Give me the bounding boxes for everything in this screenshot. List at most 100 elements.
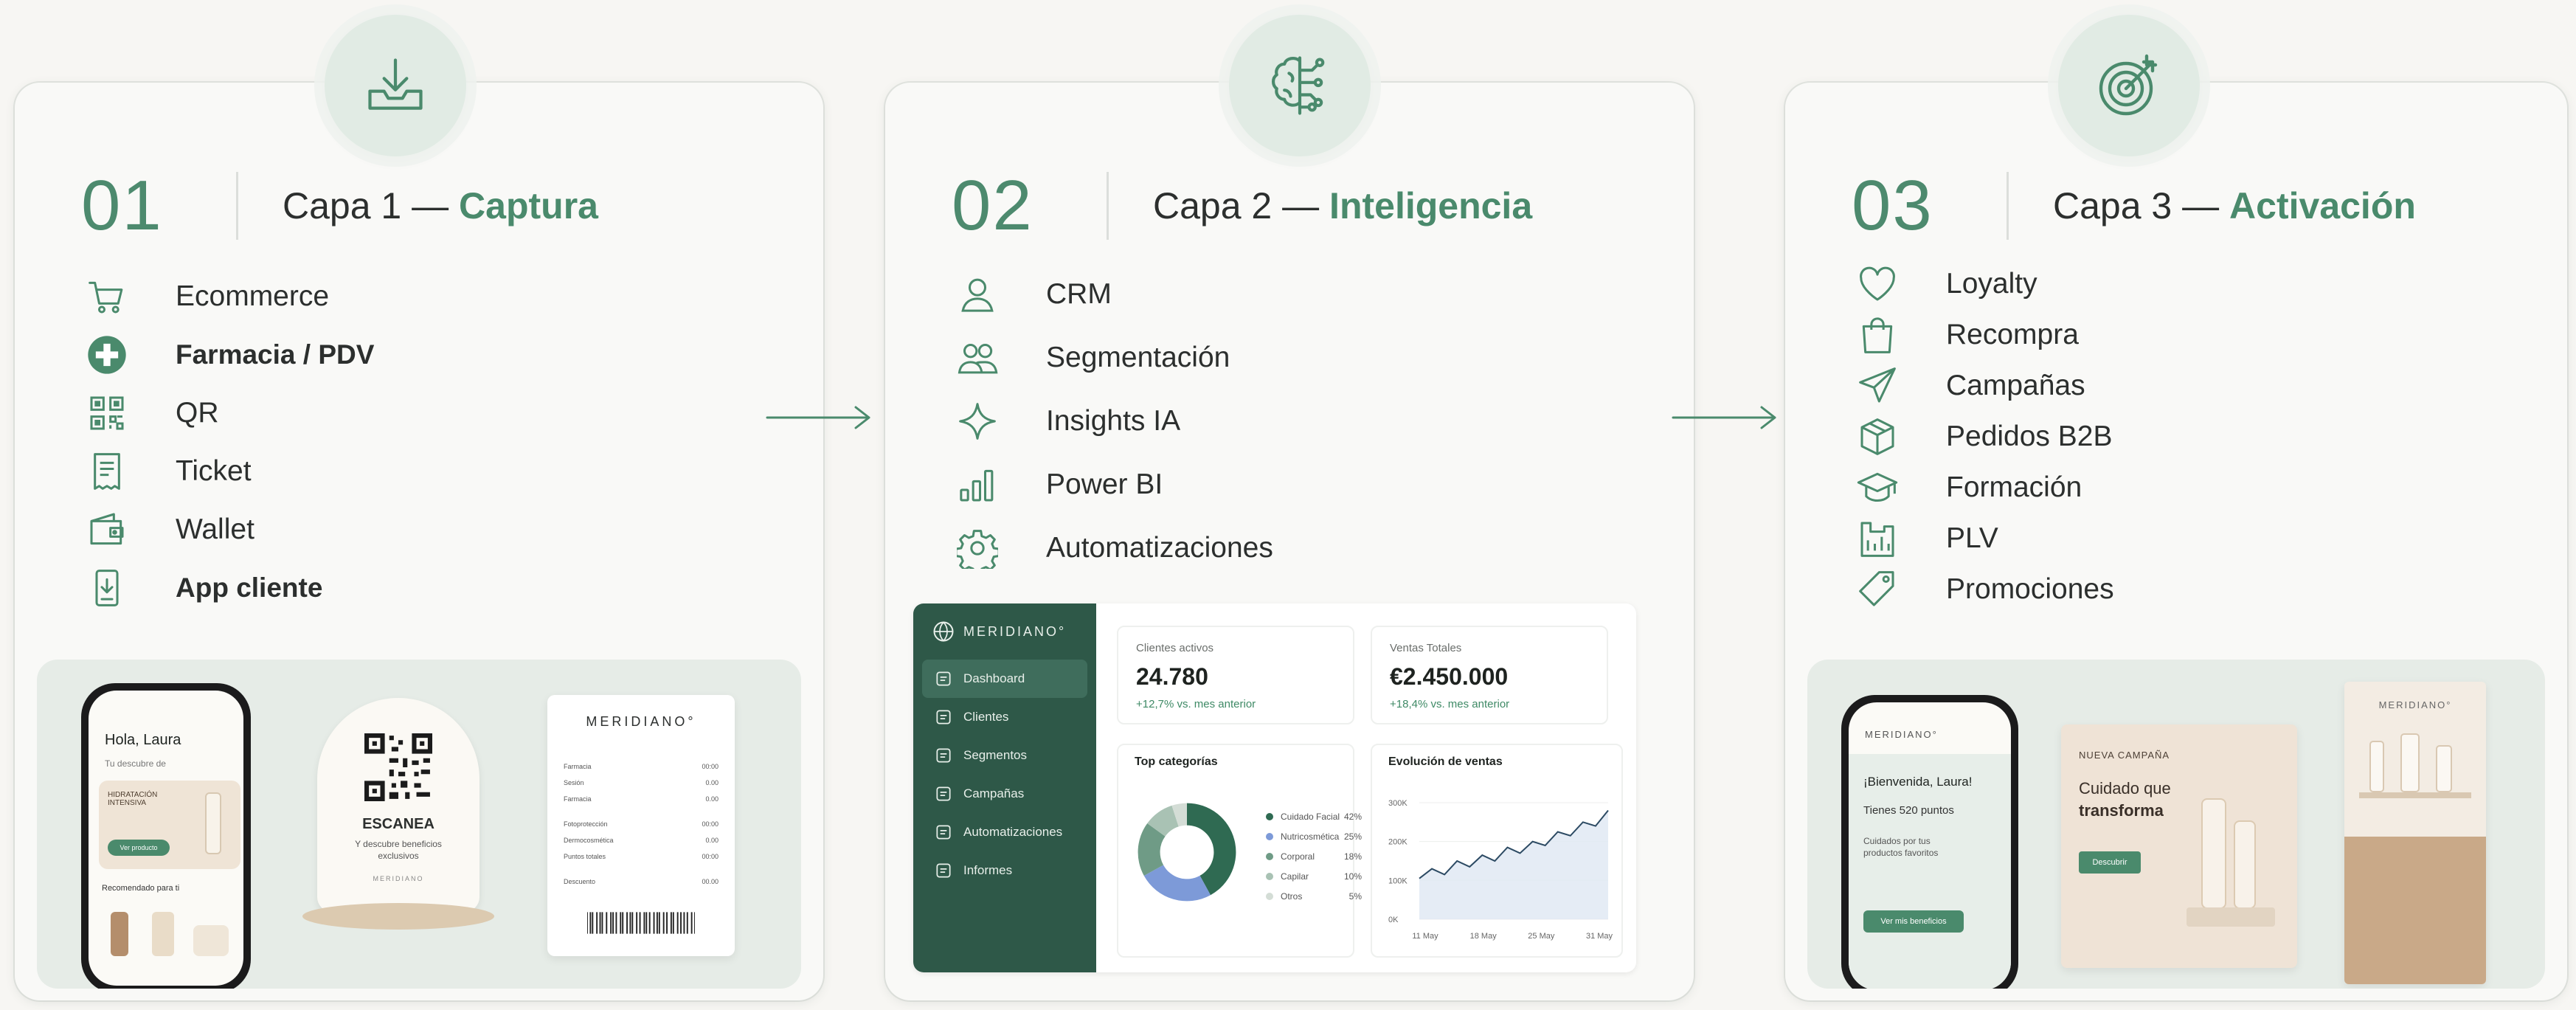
product-thumb [152,912,174,956]
list-item: Insights IA [952,390,1649,453]
ticket-line-name: Descuento [564,878,596,885]
campaign-label: NUEVA CAMPAÑA [2079,750,2170,761]
welcome-text: ¡Bienvenida, Laura! [1863,775,1973,789]
nav-item[interactable]: Campañas [913,775,1096,813]
categories-donut [1138,803,1236,902]
item-label: Recompra [1946,318,2079,350]
layer-items: CRM Segmentación Insights IA Power BI Au… [952,263,1649,580]
legend-item: Otros 5% [1266,891,1362,902]
nav-label: Segmentos [963,748,1027,762]
dashboard-brand: MERIDIANO° [963,623,1067,639]
item-label: QR [176,396,219,429]
pharmacy-cross-icon [81,329,133,381]
capture-mockup: Hola, Laura Tu descubre de HIDRATACIÓN I… [37,660,801,989]
layer-number: 01 [81,166,163,245]
ticket-line-name: Fotoprotección [564,820,608,828]
layer-name: Activación [2229,185,2416,226]
layer-header: 03 Capa 3 — Activación [1852,165,2538,246]
badge-activation [2058,15,2200,156]
product-bottle [205,792,221,854]
phone-mockup: Hola, Laura Tu descubre de HIDRATACIÓN I… [81,683,251,989]
legend-swatch [1266,893,1273,900]
ticket-brand: MERIDIANO° [586,714,696,729]
nav-item[interactable]: Segmentos [913,736,1096,775]
y-tick-label: 100K [1388,876,1408,885]
x-tick-label: 18 May [1470,932,1498,941]
layer-header: 01 Capa 1 — Captura [81,165,794,246]
divider [2007,172,2009,240]
kpi-delta: +18,4% vs. mes anterior [1390,698,1510,710]
ticket-line-name: Dermocosmética [564,837,614,844]
legend-swatch [1266,833,1273,840]
care-text: Cuidados por tus productos favoritos [1863,836,1939,858]
phone-greeting: Hola, Laura [105,732,181,748]
megaphone-icon [936,786,951,801]
paper-plane-icon [1852,360,1903,412]
nav-item[interactable]: Dashboard [922,660,1087,698]
layer-card-activation: 03 Capa 3 — Activación Loyalty Recompra … [1785,83,2567,1000]
display-stand: MERIDIANO° [2344,682,2486,984]
ticket-line: Fotoprotección 00:00 [564,816,719,832]
campaign-title: transforma [2079,801,2164,820]
legend-item: Corporal 18% [1266,851,1362,862]
donut-slice [1143,865,1211,902]
legend-item: Capilar 10% [1266,871,1362,882]
layer-items: Ecommerce Farmacia / PDV QR Ticket Walle… [81,267,779,617]
list-item: Loyalty [1852,258,2523,309]
points-text: Tienes 520 puntos [1863,804,1954,817]
promo-title: HIDRATACIÓN INTENSIVA [108,791,158,807]
dashboard-sidebar: MERIDIANO° Dashboard Clientes Segmentos Cam… [913,603,1096,972]
bar-chart-icon [952,459,1003,511]
legend-value: 25% [1343,831,1362,842]
campaign-button[interactable]: Descubrir [2079,851,2141,874]
nav-label: Informes [963,863,1013,877]
item-label: Insights IA [1046,405,1181,437]
promo-button[interactable]: Ver producto [108,840,170,856]
list-item: Wallet [81,500,779,558]
layer-label: Capa 3 [2053,185,2172,226]
legend-item: Nutricosmética 25% [1266,831,1362,842]
gear-icon [952,522,1003,574]
sales-card: Evolución de ventas 300K 200K 100K 0K 11 May… [1371,744,1623,958]
list-item: Automatizaciones [952,516,1649,580]
layer-name: Captura [459,185,598,226]
dashboard-mockup: MERIDIANO° Dashboard Clientes Segmentos Cam… [913,603,1636,972]
phone-subtitle: Tu descubre de [105,758,166,769]
phone-content: ¡Bienvenida, Laura! Tienes 520 puntos Cu… [1849,754,2011,989]
list-item: Recompra [1852,309,2523,360]
nav-item[interactable]: Clientes [913,698,1096,736]
y-tick-label: 300K [1388,799,1408,808]
nav-label: Clientes [963,710,1009,724]
kpi-value: 24.780 [1136,663,1208,690]
product-bottle [2201,798,2226,909]
list-item: QR [81,384,779,442]
item-label: PLV [1946,522,1998,554]
heart-icon [1852,258,1903,310]
dash: — [1282,185,1320,226]
list-item: Ticket [81,442,779,500]
ticket-line-name: Sesión [564,779,584,786]
kpi-label: Clientes activos [1136,642,1214,654]
legend-swatch [1266,853,1273,860]
phone-mockup: MERIDIANO° ¡Bienvenida, Laura! Tienes 52… [1841,695,2018,989]
benefits-button[interactable]: Ver mis beneficios [1863,910,1964,933]
download-tray-icon [368,58,423,110]
product-thumb [193,925,229,956]
ticket-line-value: 0.00 [705,795,719,803]
nav-item[interactable]: Informes [913,851,1096,890]
shopping-bag-icon [1852,309,1903,361]
nav-item[interactable]: Automatizaciones [913,813,1096,851]
item-label: Wallet [176,513,255,545]
kpi-card: Ventas Totales €2.450.000 +18,4% vs. mes… [1371,626,1608,724]
kpi-card: Clientes activos 24.780 +12,7% vs. mes a… [1117,626,1354,724]
activation-mockup: MERIDIANO° ¡Bienvenida, Laura! Tienes 52… [1807,660,2545,989]
receipt-ticket: MERIDIANO° Farmacia 00:00 Sesión 0.00 Farmac… [547,695,735,956]
user-icon [952,269,1003,320]
layer-items: Loyalty Recompra Campañas Pedidos B2B Fo… [1852,258,2523,615]
layer-label: Capa 1 [283,185,402,226]
id-card-icon [936,710,951,724]
brain-circuit-icon [1271,56,1325,115]
product-bottle [2436,745,2452,792]
kpi-delta: +12,7% vs. mes anterior [1136,698,1256,710]
ticket-line-name: Farmacia [564,795,592,803]
